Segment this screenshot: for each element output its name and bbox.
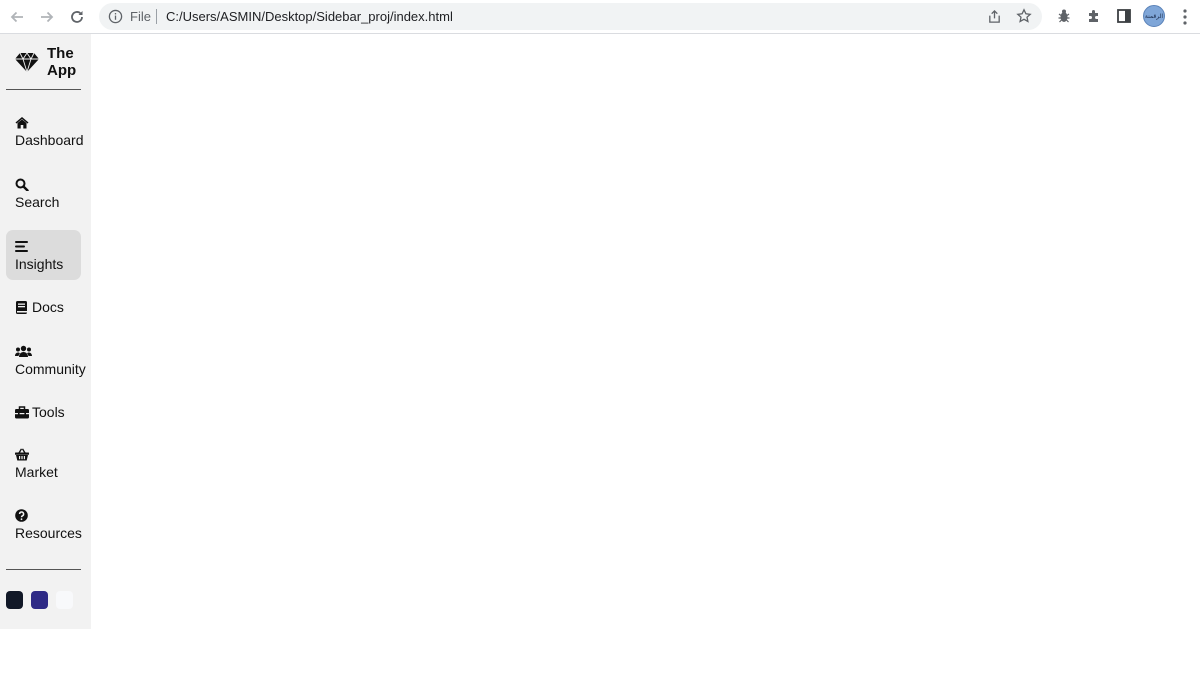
sidebar-item-label: Insights — [15, 256, 64, 272]
question-circle-icon — [15, 509, 29, 522]
puzzle-icon — [1089, 10, 1098, 22]
sidebar-item-label: Search — [15, 194, 60, 210]
url-text[interactable]: C:/Users/ASMIN/Desktop/Sidebar_proj/inde… — [166, 9, 453, 24]
profile-avatar[interactable]: الرقمنة — [1143, 5, 1165, 27]
sidebar-item-label: Docs — [32, 299, 64, 315]
search-icon — [15, 178, 29, 191]
bug-icon — [1058, 9, 1070, 23]
sidebar-item-community[interactable]: Community — [6, 345, 86, 377]
book-icon — [15, 300, 29, 314]
sidebar-item-label: Market — [15, 464, 58, 480]
star-icon[interactable] — [1016, 8, 1032, 24]
back-button[interactable] — [6, 6, 28, 28]
sidebar-item-market[interactable]: Market — [6, 448, 81, 480]
extensions-button[interactable] — [1085, 7, 1103, 25]
sidebar-divider-top — [6, 89, 81, 90]
sidebar-item-label: Community — [15, 361, 86, 377]
theme-swatch-indigo[interactable] — [31, 591, 48, 609]
scheme-label: File — [130, 9, 151, 24]
home-icon — [15, 116, 29, 129]
sidebar-item-tools[interactable]: Tools — [6, 403, 81, 421]
share-icon[interactable] — [987, 9, 1002, 24]
main-content — [91, 34, 1200, 681]
basket-icon — [15, 448, 29, 461]
users-icon — [15, 345, 32, 358]
sidebar-item-label: Tools — [32, 404, 65, 420]
side-panel-button[interactable] — [1115, 7, 1133, 25]
info-icon[interactable] — [108, 9, 123, 24]
reload-icon — [71, 11, 83, 23]
bars-icon — [15, 240, 29, 253]
browser-toolbar: File C:/Users/ASMIN/Desktop/Sidebar_proj… — [0, 0, 1200, 34]
brand[interactable]: The App — [15, 44, 77, 80]
omnibox-separator — [156, 9, 157, 24]
brand-title: The App — [47, 45, 77, 79]
sidebar: The App Dashboard Search Insights Docs C… — [0, 34, 91, 629]
side-panel-icon — [1117, 9, 1131, 23]
sidebar-item-resources[interactable]: Resources — [6, 509, 82, 541]
sidebar-item-insights[interactable]: Insights — [6, 230, 81, 280]
reload-button[interactable] — [66, 6, 88, 28]
avatar-text: الرقمنة — [1144, 13, 1164, 20]
toolbox-icon — [15, 405, 29, 419]
sidebar-item-label: Dashboard — [15, 132, 84, 148]
sidebar-item-search[interactable]: Search — [6, 178, 81, 210]
theme-swatch-dark[interactable] — [6, 591, 23, 609]
sidebar-item-label: Resources — [15, 525, 82, 541]
extension-bug-button[interactable] — [1055, 7, 1073, 25]
sidebar-item-dashboard[interactable]: Dashboard — [6, 116, 84, 148]
diamond-icon — [15, 52, 39, 72]
sidebar-divider-bottom — [6, 569, 81, 570]
theme-swatch-light[interactable] — [56, 591, 73, 609]
forward-button[interactable] — [36, 6, 58, 28]
arrow-right-icon — [41, 11, 54, 23]
address-bar[interactable]: File C:/Users/ASMIN/Desktop/Sidebar_proj… — [99, 3, 1042, 30]
sidebar-item-docs[interactable]: Docs — [6, 298, 81, 316]
kebab-menu-icon[interactable] — [1178, 8, 1192, 26]
arrow-left-icon — [10, 11, 23, 23]
